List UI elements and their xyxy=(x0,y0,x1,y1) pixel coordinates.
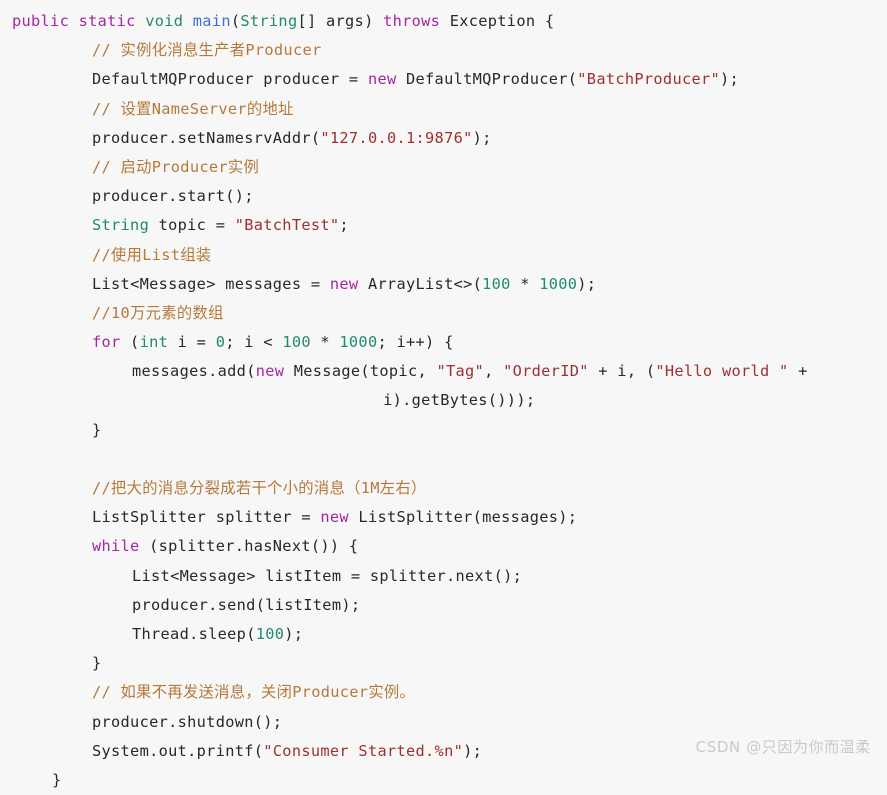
token-keyword: static xyxy=(78,12,136,30)
token-number: 1000 xyxy=(539,274,578,293)
token-string: "OrderID" xyxy=(503,362,589,381)
token-string: "Tag" xyxy=(436,362,485,381)
token-keyword: new xyxy=(367,70,397,89)
code-line: DefaultMQProducer producer = new Default… xyxy=(92,70,740,89)
code-line: producer.setNamesrvAddr("127.0.0.1:9876"… xyxy=(92,128,492,147)
token-keyword: throws xyxy=(383,12,441,30)
token-type: String xyxy=(92,216,150,235)
code-line: List<Message> listItem = splitter.next()… xyxy=(132,566,523,585)
token-keyword: for xyxy=(92,333,121,352)
code-line: producer.shutdown(); xyxy=(92,712,283,731)
code-line: List<Message> messages = new ArrayList<>… xyxy=(92,274,597,293)
token-keyword: new xyxy=(255,362,285,381)
code-line: public static void main(String[] args) t… xyxy=(12,12,555,30)
token-string: "Hello world " xyxy=(655,362,789,381)
code-line: producer.send(listItem); xyxy=(132,595,361,614)
token-comment: // 设置NameServer的地址 xyxy=(92,99,294,118)
token-number: 100 xyxy=(282,333,311,352)
code-line: } xyxy=(92,654,102,673)
csdn-watermark: CSDN @只因为你而温柔 xyxy=(695,738,871,756)
code-line: //使用List组装 xyxy=(0,241,887,270)
code-line: // 如果不再发送消息，关闭Producer实例。 xyxy=(0,678,887,707)
token-comment: // 如果不再发送消息，关闭Producer实例。 xyxy=(92,683,416,702)
token-number: 100 xyxy=(482,274,511,293)
token-comment: // 实例化消息生产者Producer xyxy=(92,41,322,60)
code-line: // 启动Producer实例 xyxy=(0,153,887,182)
code-line: producer.start(); xyxy=(92,187,254,206)
code-line: ListSplitter splitter = new ListSplitter… xyxy=(92,508,578,527)
code-line: i).getBytes())); xyxy=(12,391,536,410)
token-keyword: new xyxy=(320,508,349,527)
code-line: } xyxy=(92,420,102,439)
token-keyword: public xyxy=(12,12,70,30)
code-line: // 设置NameServer的地址 xyxy=(0,95,887,124)
token-function: main xyxy=(192,12,231,30)
token-string: "127.0.0.1:9876" xyxy=(320,128,473,147)
token-number: 1000 xyxy=(339,333,378,352)
code-line: while (splitter.hasNext()) { xyxy=(92,537,359,556)
code-snippet-viewer: public static void main(String[] args) t… xyxy=(0,0,887,789)
token-comment: //使用List组装 xyxy=(92,245,212,264)
code-line: messages.add(new Message(topic, "Tag", "… xyxy=(132,362,808,381)
code-line: // 实例化消息生产者Producer xyxy=(0,36,887,65)
code-line: //把大的消息分裂成若干个小的消息（1M左右） xyxy=(0,474,887,503)
token-string: "Consumer Started.%n" xyxy=(263,741,464,760)
code-line: for (int i = 0; i < 100 * 1000; i++) { xyxy=(92,333,454,352)
token-comment: //10万元素的数组 xyxy=(92,303,224,322)
token-comment: // 启动Producer实例 xyxy=(92,157,260,176)
token-type: void xyxy=(145,12,184,30)
token-type: String xyxy=(240,12,298,30)
code-line: } xyxy=(52,770,62,789)
token-number: 0 xyxy=(215,333,226,352)
token-comment: //把大的消息分裂成若干个小的消息（1M左右） xyxy=(92,479,427,497)
code-line: //10万元素的数组 xyxy=(0,299,887,328)
token-string: "BatchProducer" xyxy=(577,70,721,89)
token-number: 100 xyxy=(255,624,285,643)
token-keyword: new xyxy=(329,274,359,293)
token-type: int xyxy=(139,333,169,352)
token-keyword: while xyxy=(92,537,140,556)
code-line: String topic = "BatchTest"; xyxy=(92,216,349,235)
token-string: "BatchTest" xyxy=(234,216,340,235)
code-line: Thread.sleep(100); xyxy=(132,624,304,643)
